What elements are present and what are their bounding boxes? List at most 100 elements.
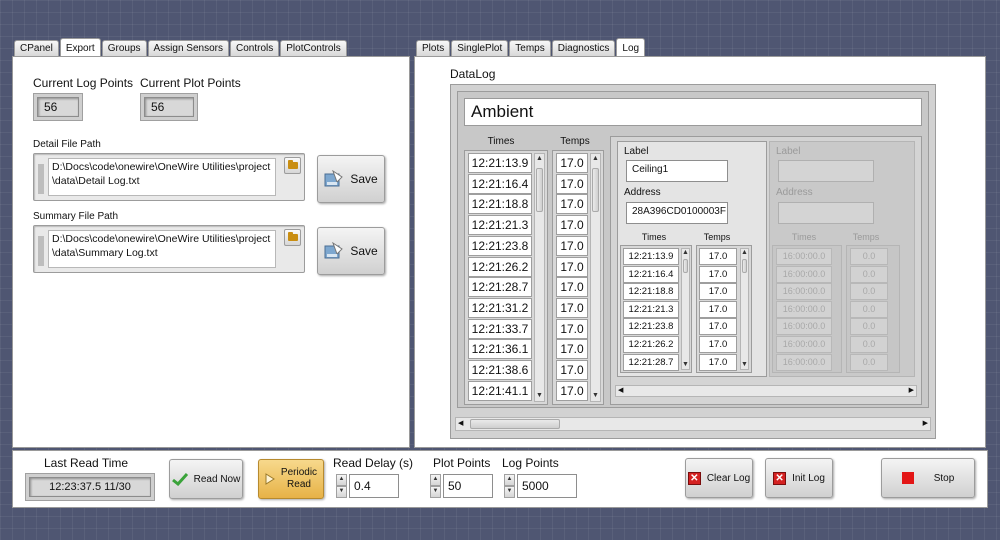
- decrement-arrow-icon[interactable]: ▼: [504, 486, 515, 498]
- temp-cell[interactable]: 17.0: [556, 360, 588, 380]
- temp-cell[interactable]: 17.0: [556, 297, 588, 318]
- sensor1-time-cell[interactable]: 12:21:21.3: [623, 300, 679, 318]
- sensor1-label-field[interactable]: Ceiling1: [626, 160, 728, 182]
- times-scrollbar[interactable]: ▲ ▼: [534, 153, 545, 402]
- scroll-thumb[interactable]: [470, 419, 560, 429]
- time-cell[interactable]: 12:21:26.2: [468, 256, 532, 277]
- detail-browse-button[interactable]: [284, 157, 301, 174]
- scroll-right-icon[interactable]: ▶: [909, 386, 914, 396]
- temp-cell[interactable]: 17.0: [556, 277, 588, 298]
- tab-controls[interactable]: Controls: [230, 40, 280, 57]
- sensor1-time-cell[interactable]: 12:21:23.8: [623, 318, 679, 336]
- scroll-thumb[interactable]: [592, 168, 599, 212]
- detail-path-control[interactable]: D:\Docs\code\onewire\OneWire Utilities\p…: [33, 153, 305, 201]
- time-cell[interactable]: 12:21:41.1: [468, 380, 532, 401]
- sensor1-time-cell[interactable]: 12:21:26.2: [623, 336, 679, 353]
- sensor-array-hscrollbar[interactable]: ◀ ▶: [615, 385, 917, 397]
- stop-button[interactable]: Stop: [881, 458, 975, 498]
- sensor1-temp-cell[interactable]: 17.0: [699, 265, 737, 283]
- tab-log[interactable]: Log: [616, 38, 646, 58]
- temp-cell[interactable]: 17.0: [556, 380, 588, 401]
- sensor1-temp-cell[interactable]: 17.0: [699, 300, 737, 318]
- detail-save-button[interactable]: Save: [317, 155, 385, 203]
- summary-path-field[interactable]: D:\Docs\code\onewire\OneWire Utilities\p…: [48, 230, 276, 268]
- clear-log-button[interactable]: ✕ Clear Log: [685, 458, 753, 498]
- scroll-left-icon[interactable]: ◀: [458, 419, 463, 429]
- time-cell[interactable]: 12:21:36.1: [468, 339, 532, 360]
- scroll-thumb[interactable]: [536, 168, 543, 212]
- periodic-read-button[interactable]: Periodic Read: [258, 459, 324, 499]
- sensor1-time-cell[interactable]: 12:21:18.8: [623, 283, 679, 301]
- read-delay-spinner[interactable]: ▲ ▼: [336, 474, 347, 498]
- read-now-button[interactable]: Read Now: [169, 459, 243, 499]
- sensor1-temp-cell[interactable]: 17.0: [699, 283, 737, 301]
- temp-cell[interactable]: 17.0: [556, 194, 588, 215]
- temp-cell[interactable]: 17.0: [556, 215, 588, 236]
- tab-singleplot[interactable]: SinglePlot: [451, 40, 509, 57]
- sensor1-time-cell[interactable]: 12:21:28.7: [623, 353, 679, 371]
- log-points-field[interactable]: 5000: [517, 474, 577, 498]
- temp-cell[interactable]: 17.0: [556, 339, 588, 360]
- sensor1-address-field[interactable]: 28A396CD0100003F: [626, 202, 728, 224]
- sensor1-temp-cell[interactable]: 17.0: [699, 336, 737, 353]
- time-cell[interactable]: 12:21:31.2: [468, 297, 532, 318]
- scroll-thumb[interactable]: [742, 259, 747, 273]
- increment-arrow-icon[interactable]: ▲: [336, 474, 347, 486]
- log-points-control[interactable]: ▲ ▼ 5000: [504, 474, 577, 498]
- scroll-down-icon[interactable]: ▼: [682, 361, 689, 369]
- decrement-arrow-icon[interactable]: ▼: [336, 486, 347, 498]
- plot-points-control[interactable]: ▲ ▼ 50: [430, 474, 493, 498]
- plot-points-field[interactable]: 50: [443, 474, 493, 498]
- read-delay-field[interactable]: 0.4: [349, 474, 399, 498]
- scroll-up-icon[interactable]: ▲: [591, 154, 600, 164]
- time-cell[interactable]: 12:21:18.8: [468, 194, 532, 215]
- tab-assign-sensors[interactable]: Assign Sensors: [147, 40, 229, 57]
- scroll-up-icon[interactable]: ▲: [535, 154, 544, 164]
- temps-scrollbar[interactable]: ▲ ▼: [590, 153, 601, 402]
- temp-cell[interactable]: 17.0: [556, 318, 588, 339]
- group-name-field[interactable]: Ambient: [464, 98, 922, 126]
- temp-cell[interactable]: 17.0: [556, 153, 588, 173]
- sensor1-temp-cell[interactable]: 17.0: [699, 318, 737, 336]
- scroll-thumb[interactable]: [683, 259, 688, 273]
- tab-cpanel[interactable]: CPanel: [14, 40, 59, 57]
- summary-path-control[interactable]: D:\Docs\code\onewire\OneWire Utilities\p…: [33, 225, 305, 273]
- sensor1-times-scrollbar[interactable]: ▲ ▼: [681, 248, 690, 370]
- summary-browse-button[interactable]: [284, 229, 301, 246]
- read-delay-control[interactable]: ▲ ▼ 0.4: [336, 474, 399, 498]
- sensor1-temps-scrollbar[interactable]: ▲ ▼: [740, 248, 749, 370]
- sensor1-time-cell[interactable]: 12:21:16.4: [623, 265, 679, 283]
- decrement-arrow-icon[interactable]: ▼: [430, 486, 441, 498]
- sensor1-temp-cell[interactable]: 17.0: [699, 353, 737, 371]
- time-cell[interactable]: 12:21:16.4: [468, 173, 532, 194]
- scroll-down-icon[interactable]: ▼: [741, 361, 748, 369]
- time-cell[interactable]: 12:21:28.7: [468, 277, 532, 298]
- temp-cell[interactable]: 17.0: [556, 173, 588, 194]
- scroll-right-icon[interactable]: ▶: [923, 419, 928, 429]
- datalog-hscrollbar[interactable]: ◀ ▶: [455, 417, 931, 431]
- time-cell[interactable]: 12:21:38.6: [468, 360, 532, 380]
- scroll-up-icon[interactable]: ▲: [741, 249, 748, 257]
- sensor1-time-cell[interactable]: 12:21:13.9: [623, 248, 679, 265]
- time-cell[interactable]: 12:21:33.7: [468, 318, 532, 339]
- detail-path-field[interactable]: D:\Docs\code\onewire\OneWire Utilities\p…: [48, 158, 276, 196]
- temp-cell[interactable]: 17.0: [556, 256, 588, 277]
- sensor1-temp-cell[interactable]: 17.0: [699, 248, 737, 265]
- temp-cell[interactable]: 17.0: [556, 235, 588, 256]
- scroll-up-icon[interactable]: ▲: [682, 249, 689, 257]
- increment-arrow-icon[interactable]: ▲: [430, 474, 441, 486]
- scroll-left-icon[interactable]: ◀: [618, 386, 623, 396]
- scroll-down-icon[interactable]: ▼: [591, 391, 600, 401]
- time-cell[interactable]: 12:21:13.9: [468, 153, 532, 173]
- tab-plotcontrols[interactable]: PlotControls: [280, 40, 347, 57]
- time-cell[interactable]: 12:21:21.3: [468, 215, 532, 236]
- increment-arrow-icon[interactable]: ▲: [504, 474, 515, 486]
- tab-diagnostics[interactable]: Diagnostics: [551, 40, 616, 57]
- time-cell[interactable]: 12:21:23.8: [468, 235, 532, 256]
- scroll-down-icon[interactable]: ▼: [535, 391, 544, 401]
- tab-plots[interactable]: Plots: [416, 40, 451, 57]
- tab-groups[interactable]: Groups: [101, 40, 147, 57]
- tab-export[interactable]: Export: [59, 38, 101, 58]
- init-log-button[interactable]: ✕ Init Log: [765, 458, 833, 498]
- log-points-spinner[interactable]: ▲ ▼: [504, 474, 515, 498]
